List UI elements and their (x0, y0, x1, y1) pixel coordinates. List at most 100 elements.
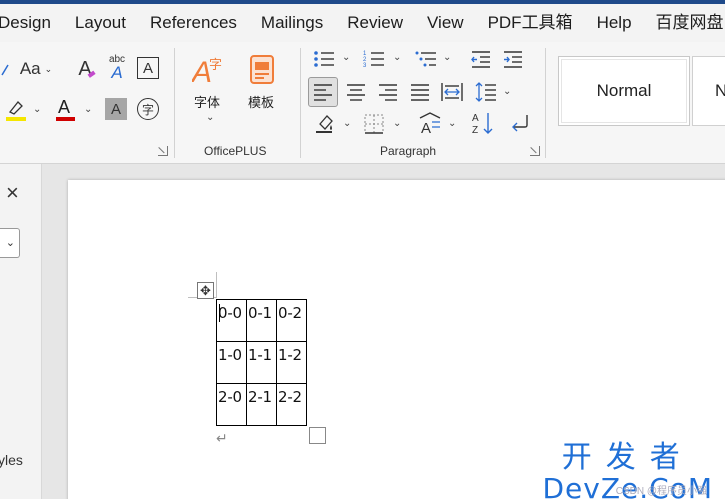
table-cell[interactable]: 0-2 (276, 299, 307, 342)
distributed-icon[interactable] (440, 80, 464, 104)
document-table[interactable]: 0-0 0-1 0-2 1-0 1-1 1-2 2-0 2-1 2-2 (216, 299, 307, 426)
font-color-button[interactable]: A (52, 95, 78, 123)
close-pane-icon[interactable]: × (6, 180, 19, 206)
tab-references[interactable]: References (138, 4, 249, 42)
tab-help[interactable]: Help (585, 4, 644, 42)
font-dialog-launcher-icon[interactable] (158, 146, 168, 156)
svg-text:3: 3 (363, 63, 367, 69)
enclose-characters-button[interactable]: 字 (137, 98, 159, 120)
change-case-button[interactable]: Aa ⌄ (18, 58, 54, 80)
increase-indent-icon[interactable] (502, 48, 524, 70)
chevron-down-icon: ⌄ (44, 63, 53, 74)
table-resize-handle[interactable] (309, 427, 326, 444)
margin-mark (216, 272, 217, 298)
tab-view[interactable]: View (415, 4, 476, 42)
tab-layout[interactable]: Layout (63, 4, 138, 42)
eraser-icon (87, 70, 96, 78)
chevron-down-icon: ⌄ (5, 237, 15, 249)
font-color-chevron-icon[interactable]: ⌄ (84, 104, 92, 115)
menu-bar: Design Layout References Mailings Review… (0, 0, 725, 42)
cell-text: 2-2 (278, 388, 302, 406)
enclose-characters-icon: 字 (141, 102, 154, 117)
highlight-chevron-icon[interactable]: ⌄ (33, 104, 41, 115)
phonetic-a-icon: A (111, 63, 123, 82)
numbering-chevron-icon[interactable]: ⌄ (393, 52, 401, 63)
table-cell[interactable]: 2-2 (276, 383, 307, 426)
shading-chevron-icon[interactable]: ⌄ (343, 118, 351, 129)
officeplus-group-label: OfficePLUS (204, 144, 267, 158)
table-cell[interactable]: 0-1 (246, 299, 277, 342)
table-cell[interactable]: 2-1 (246, 383, 277, 426)
align-left-icon (314, 84, 332, 101)
watermark: 开发者 DevZe.CoM CSDN @程序员小强 (542, 432, 713, 499)
numbering-icon[interactable]: 123 (362, 48, 386, 70)
highlight-color-button[interactable] (2, 97, 28, 123)
change-case-label: Aa (19, 59, 41, 78)
tab-design[interactable]: Design (0, 4, 63, 42)
font-size-dropdown-edge-icon[interactable] (0, 60, 10, 80)
tab-mailings[interactable]: Mailings (249, 4, 335, 42)
character-shading-icon: A (110, 100, 121, 118)
paragraph-mark: ↵ (216, 430, 228, 446)
clear-formatting-button[interactable]: A (72, 56, 98, 82)
svg-text:字: 字 (209, 58, 222, 73)
table-row: 1-0 1-1 1-2 (216, 341, 307, 384)
style-next[interactable]: N (692, 56, 725, 126)
justify-icon[interactable] (408, 80, 432, 104)
table-cell[interactable]: 2-0 (216, 383, 247, 426)
paragraph-group-label: Paragraph (380, 144, 437, 158)
table-cell[interactable]: 1-0 (216, 341, 247, 384)
multilevel-list-icon[interactable] (414, 48, 438, 70)
cell-text: 2-1 (248, 388, 272, 406)
table-cell[interactable]: 0-0 (216, 299, 247, 342)
asian-layout-icon[interactable]: A (416, 110, 444, 136)
character-border-button[interactable]: A (137, 57, 159, 79)
style-normal[interactable]: Normal (558, 56, 690, 126)
navigation-pane (0, 164, 42, 499)
align-left-button[interactable] (308, 77, 338, 107)
table-move-handle-icon[interactable]: ✥ (197, 282, 214, 299)
borders-icon[interactable] (362, 112, 386, 136)
svg-text:A: A (58, 97, 70, 117)
table-row: 0-0 0-1 0-2 (216, 299, 307, 342)
group-separator (300, 48, 301, 158)
multilevel-chevron-icon[interactable]: ⌄ (443, 52, 451, 63)
officeplus-font-button[interactable]: 字体 (194, 92, 220, 111)
asian-layout-chevron-icon[interactable]: ⌄ (448, 118, 456, 129)
sort-icon[interactable]: AZ (470, 110, 496, 136)
line-spacing-chevron-icon[interactable]: ⌄ (503, 86, 511, 97)
borders-chevron-icon[interactable]: ⌄ (393, 118, 401, 129)
bullets-icon[interactable] (312, 48, 336, 70)
align-right-icon[interactable] (376, 80, 400, 104)
officeplus-font-chevron-icon[interactable]: ⌄ (206, 112, 214, 123)
align-center-icon[interactable] (344, 80, 368, 104)
style-normal-label: Normal (596, 81, 652, 100)
table-cell[interactable]: 1-1 (246, 341, 277, 384)
cell-text: 0-0 (218, 304, 242, 322)
font-color-icon: A (56, 97, 75, 121)
phonetic-guide-button[interactable]: abc A (104, 54, 130, 82)
pane-search-dropdown[interactable]: ⌄ (0, 228, 20, 258)
cell-text: 2-0 (218, 388, 242, 406)
table-cell[interactable]: 1-2 (276, 341, 307, 384)
tab-pdf-toolbox[interactable]: PDF工具箱 (476, 4, 585, 42)
template-icon (246, 54, 278, 86)
show-paragraph-marks-icon[interactable] (508, 112, 532, 136)
tab-baidu-netdisk[interactable]: 百度网盘 (644, 4, 725, 42)
tab-review[interactable]: Review (335, 4, 415, 42)
highlighter-icon (6, 101, 26, 121)
character-shading-button[interactable]: A (105, 98, 127, 120)
line-spacing-icon[interactable] (474, 80, 498, 104)
group-separator (174, 48, 175, 158)
decrease-indent-icon[interactable] (470, 48, 492, 70)
style-next-label: N (715, 81, 725, 100)
paragraph-dialog-launcher-icon[interactable] (530, 146, 540, 156)
officeplus-template-button[interactable]: 模板 (248, 92, 274, 111)
cell-text: 0-2 (278, 304, 302, 322)
watermark-line1: 开发者 (561, 440, 694, 475)
bullets-chevron-icon[interactable]: ⌄ (342, 52, 350, 63)
character-border-icon: A (142, 59, 153, 77)
cell-text: 1-2 (278, 346, 302, 364)
shading-icon[interactable] (312, 110, 338, 136)
cell-text: 1-0 (218, 346, 242, 364)
